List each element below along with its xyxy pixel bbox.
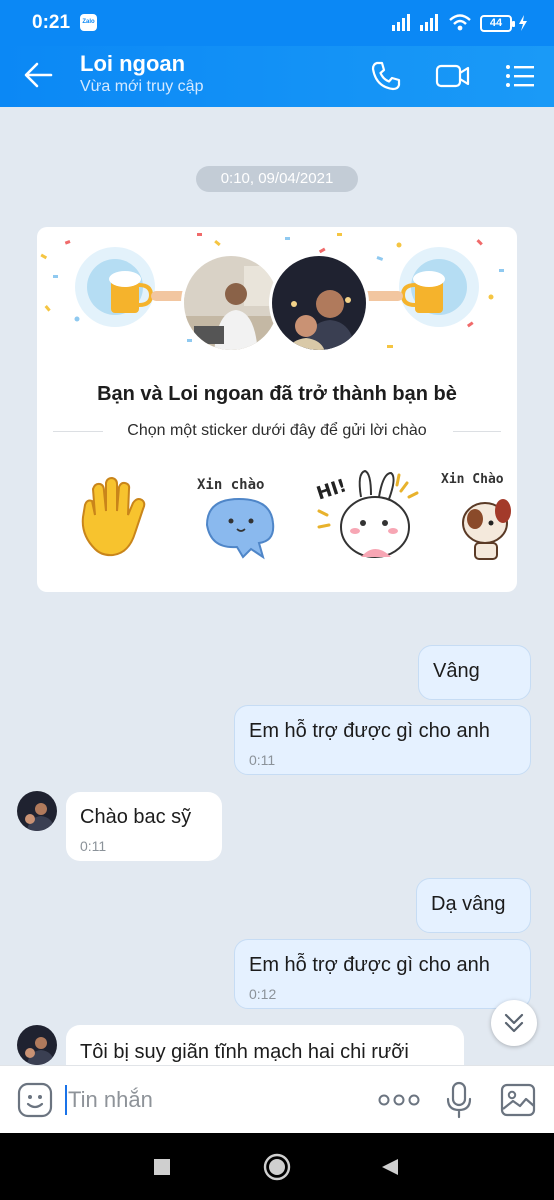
video-icon[interactable]: [435, 60, 471, 92]
microphone-icon[interactable]: [444, 1080, 474, 1120]
sticker-text: Xin Chào: [441, 472, 504, 487]
friend-card-subtitle: Chọn một sticker dưới đây để gửi lời chà…: [127, 422, 427, 439]
my-avatar: [181, 253, 281, 353]
status-time: 0:21: [32, 12, 71, 33]
image-gallery-icon[interactable]: [500, 1083, 536, 1117]
signal-icon-2: [420, 14, 438, 31]
back-arrow-icon[interactable]: [22, 60, 54, 90]
xin-chao-dog-sticker[interactable]: Xin Chào: [437, 467, 517, 563]
message-time: 0:11: [249, 752, 276, 768]
message-bubble-outgoing[interactable]: Dạ vâng: [416, 878, 531, 933]
status-bar: 0:21 Zalo 44: [0, 0, 554, 46]
message-bubble-incoming[interactable]: Chào bac sỹ 0:11: [66, 792, 222, 861]
friend-avatar-small[interactable]: [17, 791, 57, 831]
friend-avatar-small[interactable]: [17, 1025, 57, 1065]
message-composer: Tin nhắn: [0, 1065, 554, 1133]
more-options-icon[interactable]: [378, 1094, 420, 1106]
menu-list-icon[interactable]: [504, 60, 536, 92]
wifi-icon: [449, 14, 471, 31]
friend-avatar: [269, 253, 369, 353]
date-separator: 0:10, 09/04/2021: [196, 166, 358, 192]
message-bubble-outgoing[interactable]: Em hỗ trợ được gì cho anh 0:11: [234, 705, 531, 775]
zalo-notification-icon: Zalo: [80, 14, 97, 31]
message-text: Tôi bị suy giãn tĩnh mạch hai chi rưỡi: [80, 1041, 409, 1063]
chat-area[interactable]: 0:10, 09/04/2021 Bạn và Loi ngoan đã trở…: [0, 107, 554, 1065]
battery-icon: 44: [480, 15, 515, 32]
phone-icon[interactable]: [370, 60, 402, 92]
message-bubble-incoming[interactable]: Tôi bị suy giãn tĩnh mạch hai chi rưỡi: [66, 1025, 464, 1065]
message-input[interactable]: Tin nhắn: [68, 1087, 153, 1113]
message-text: Em hỗ trợ được gì cho anh: [249, 954, 490, 976]
friend-card-title: Bạn và Loi ngoan đã trở thành bạn bè: [97, 383, 457, 405]
charging-icon: [519, 15, 527, 31]
waving-hand-sticker[interactable]: [75, 475, 159, 559]
sticker-emoji-icon[interactable]: [17, 1082, 53, 1118]
message-bubble-outgoing[interactable]: Vâng: [418, 645, 531, 700]
text-cursor: [65, 1085, 67, 1115]
home-icon[interactable]: [263, 1153, 291, 1181]
recent-apps-icon[interactable]: [153, 1158, 171, 1176]
message-text: Dạ vâng: [431, 893, 506, 915]
contact-name[interactable]: Loi ngoan: [80, 51, 185, 77]
message-text: Chào bac sỹ: [80, 806, 192, 828]
android-nav-bar: [0, 1133, 554, 1200]
sticker-text: Xin chào: [197, 477, 264, 493]
double-chevron-down-icon: [504, 1013, 524, 1033]
message-time: 0:11: [80, 838, 107, 854]
signal-icon: [392, 14, 410, 31]
message-text: Em hỗ trợ được gì cho anh: [249, 720, 490, 742]
friend-added-card: Bạn và Loi ngoan đã trở thành bạn bè Chọ…: [37, 227, 517, 592]
message-bubble-outgoing[interactable]: Em hỗ trợ được gì cho anh 0:12: [234, 939, 531, 1009]
chat-header: Loi ngoan Vừa mới truy cập: [0, 46, 554, 107]
xin-chao-blob-sticker[interactable]: Xin chào: [193, 469, 289, 563]
message-time: 0:12: [249, 986, 277, 1002]
hi-bunny-sticker[interactable]: HI!: [313, 467, 419, 567]
sticker-text: HI!: [314, 475, 349, 504]
scroll-to-bottom-button[interactable]: [491, 1000, 537, 1046]
message-text: Vâng: [433, 660, 480, 682]
contact-status: Vừa mới truy cập: [80, 78, 204, 95]
back-icon[interactable]: [380, 1157, 400, 1177]
